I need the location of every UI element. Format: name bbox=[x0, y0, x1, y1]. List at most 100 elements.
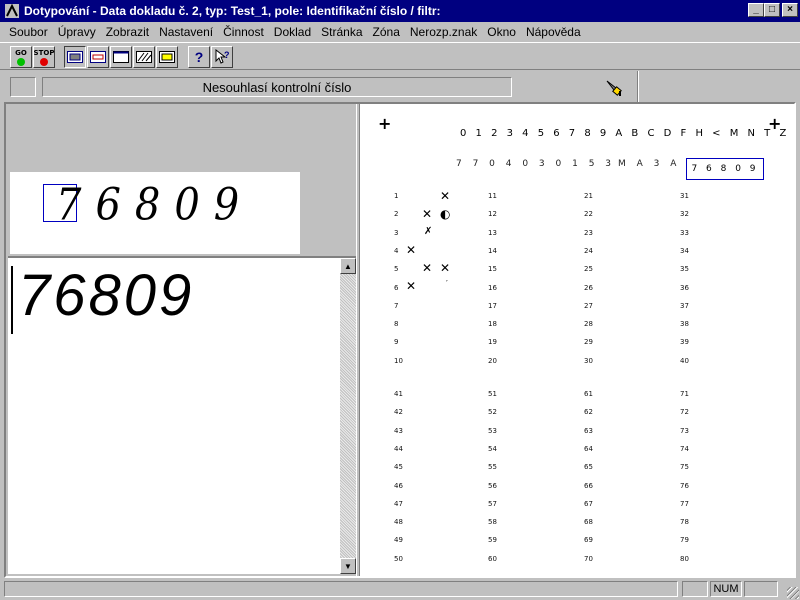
grid-number: 80 bbox=[680, 554, 689, 563]
grid-number: 5 bbox=[394, 265, 399, 274]
go-button[interactable]: GO bbox=[10, 46, 32, 68]
blank-window-icon bbox=[113, 51, 129, 63]
value-editor[interactable]: 76809 ▲ ▼ bbox=[8, 256, 356, 574]
context-help-button[interactable]: ? bbox=[211, 46, 233, 68]
grid-number: 68 bbox=[584, 518, 593, 527]
grid-number: 4 bbox=[394, 246, 399, 255]
answer-mark: ◐ bbox=[440, 207, 451, 221]
grid-number: 2 bbox=[394, 210, 399, 219]
view-hatched-button[interactable] bbox=[133, 46, 155, 68]
grid-number: 6 bbox=[394, 283, 399, 292]
grid-number: 55 bbox=[488, 463, 497, 472]
grid-number: 44 bbox=[394, 444, 403, 453]
view-blank-button[interactable] bbox=[110, 46, 132, 68]
menu-nerozp-znak[interactable]: Nerozp.znak bbox=[405, 25, 482, 39]
menu-zobrazit[interactable]: Zobrazit bbox=[101, 25, 154, 39]
grid-number: 64 bbox=[584, 444, 593, 453]
status-pane-main bbox=[4, 581, 678, 597]
menu-doklad[interactable]: Doklad bbox=[269, 25, 316, 39]
grid-number: 10 bbox=[394, 356, 403, 365]
grid-number: 23 bbox=[584, 228, 593, 237]
grid-number: 24 bbox=[584, 246, 593, 255]
close-button[interactable]: × bbox=[782, 3, 798, 17]
menu-cinnost[interactable]: Činnost bbox=[218, 25, 269, 39]
flashlight-icon[interactable] bbox=[604, 78, 626, 98]
scroll-down-button[interactable]: ▼ bbox=[340, 558, 356, 574]
menu-okno[interactable]: Okno bbox=[482, 25, 521, 39]
view-image-button[interactable] bbox=[64, 46, 86, 68]
editor-value[interactable]: 76809 bbox=[18, 262, 194, 329]
grid-number: 11 bbox=[488, 192, 497, 200]
status-pane-scroll bbox=[744, 581, 778, 597]
title-bar[interactable]: Dotypování - Data dokladu č. 2, typ: Tes… bbox=[0, 0, 800, 22]
answer-mark: ′ bbox=[446, 279, 448, 288]
grid-number: 34 bbox=[680, 246, 689, 255]
grid-number: 52 bbox=[488, 408, 497, 417]
registration-mark-left: + bbox=[378, 114, 392, 133]
menu-upravy[interactable]: Úpravy bbox=[53, 25, 101, 39]
grid-number: 46 bbox=[394, 481, 403, 490]
grid-number: 66 bbox=[584, 481, 593, 490]
grid-number: 51 bbox=[488, 390, 497, 398]
view-zone-button[interactable] bbox=[87, 46, 109, 68]
menu-zona[interactable]: Zóna bbox=[368, 25, 405, 39]
grid-number: 7 bbox=[394, 301, 399, 310]
app-icon[interactable] bbox=[4, 3, 20, 19]
grid-number: 60 bbox=[488, 554, 497, 563]
grid-number: 43 bbox=[394, 426, 403, 435]
grid-number: 59 bbox=[488, 536, 497, 545]
grid-number: 26 bbox=[584, 283, 593, 292]
grid-number: 62 bbox=[584, 408, 593, 417]
answer-mark: ✗ bbox=[424, 226, 433, 237]
answer-mark: ✕ bbox=[440, 261, 451, 275]
grid-number: 56 bbox=[488, 481, 497, 490]
snippet-panel: 76809 bbox=[8, 104, 356, 256]
grid-number: 22 bbox=[584, 210, 593, 219]
resize-grip[interactable] bbox=[787, 587, 799, 599]
grid-number: 31 bbox=[680, 192, 689, 200]
status-indicator bbox=[10, 77, 36, 97]
view-yellow-button[interactable] bbox=[156, 46, 178, 68]
grid-number: 40 bbox=[680, 356, 689, 365]
grid-number: 36 bbox=[680, 283, 689, 292]
close-icon: × bbox=[787, 4, 793, 15]
status-strip: Nesouhlasí kontrolní číslo bbox=[0, 71, 800, 102]
question-mark-icon: ? bbox=[194, 49, 204, 65]
grid-number: 50 bbox=[394, 554, 403, 563]
menu-nastaveni[interactable]: Nastavení bbox=[154, 25, 218, 39]
handwritten-digits: 76809 bbox=[56, 179, 254, 231]
separator bbox=[637, 71, 639, 102]
form-alphabet: 0 1 2 3 4 5 6 7 8 9 A B C D F H < M N T … bbox=[460, 128, 790, 139]
help-button[interactable]: ? bbox=[188, 46, 210, 68]
menu-napoveda[interactable]: Nápověda bbox=[521, 25, 586, 39]
stop-dot-icon bbox=[40, 57, 48, 66]
answer-mark: ✕ bbox=[406, 279, 417, 293]
grid-number: 8 bbox=[394, 320, 399, 329]
grid-number: 41 bbox=[394, 390, 403, 398]
minimize-button[interactable]: _ bbox=[748, 3, 764, 17]
stop-button[interactable]: STOP bbox=[33, 46, 55, 68]
grid-number: 54 bbox=[488, 444, 497, 453]
maximize-button[interactable]: □ bbox=[764, 3, 780, 17]
editor-scrollbar[interactable]: ▲ ▼ bbox=[340, 258, 356, 574]
scroll-up-button[interactable]: ▲ bbox=[340, 258, 356, 274]
menu-stranka[interactable]: Stránka bbox=[316, 25, 367, 39]
identification-field-box: 7 6 8 0 9 bbox=[686, 158, 764, 180]
grid-number: 57 bbox=[488, 499, 497, 508]
yellow-window-icon bbox=[159, 51, 175, 63]
grid-number: 19 bbox=[488, 338, 497, 347]
grid-number: 17 bbox=[488, 301, 497, 310]
grid-number: 76 bbox=[680, 481, 689, 490]
form-page-image[interactable]: + + 0 1 2 3 4 5 6 7 8 9 A B C D F H < M … bbox=[360, 104, 794, 576]
menu-soubor[interactable]: Soubor bbox=[4, 25, 53, 39]
grid-number: 13 bbox=[488, 228, 497, 237]
status-bar: NUM bbox=[0, 580, 800, 600]
grid-number: 49 bbox=[394, 536, 403, 545]
svg-text:?: ? bbox=[224, 50, 230, 60]
grid-number: 38 bbox=[680, 320, 689, 329]
toolbar: GO STOP ? ? bbox=[0, 42, 800, 70]
grid-number: 73 bbox=[680, 426, 689, 435]
grid-number: 77 bbox=[680, 499, 689, 508]
text-caret bbox=[11, 266, 13, 334]
maximize-icon: □ bbox=[768, 4, 776, 15]
